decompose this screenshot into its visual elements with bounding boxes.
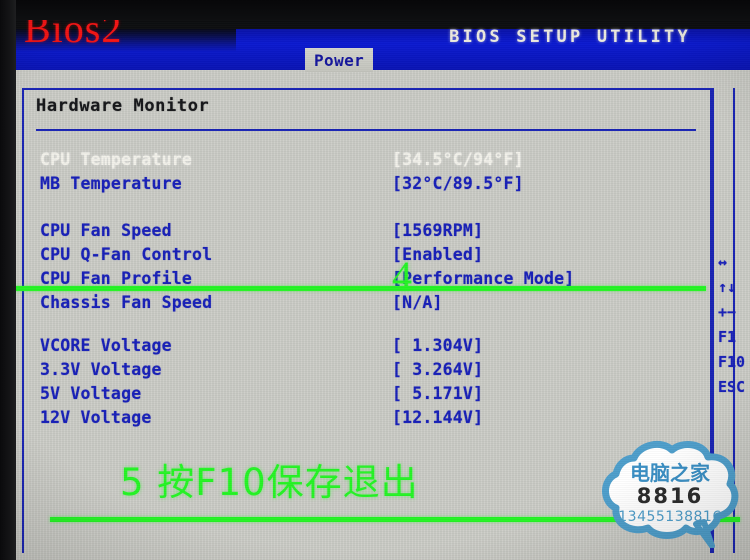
monitor-row[interactable]: Chassis Fan Speed [N/A] xyxy=(40,291,700,313)
monitor-row-label: 3.3V Voltage xyxy=(40,359,162,379)
monitor-row-label: CPU Fan Profile xyxy=(40,268,193,288)
monitor-row-label: CPU Temperature xyxy=(40,149,193,169)
monitor-row[interactable]: 5V Voltage [ 5.171V] xyxy=(40,382,700,404)
monitor-row-label: Chassis Fan Speed xyxy=(40,292,213,312)
watermark-name: 电脑之家 xyxy=(630,461,710,485)
monitor-row[interactable]: MB Temperature [32°C/89.5°F] xyxy=(40,172,700,194)
help-key: ESC xyxy=(718,378,746,396)
help-key: F1 xyxy=(718,328,737,346)
monitor-row-value: [ 3.264V] xyxy=(392,359,484,379)
monitor-row[interactable]: CPU Q-Fan Control [Enabled] xyxy=(40,243,700,265)
monitor-row-value: [ 1.304V] xyxy=(392,335,484,355)
monitor-row[interactable]: 12V Voltage [12.144V] xyxy=(40,406,700,428)
monitor-row-value: [12.144V] xyxy=(392,407,484,427)
watermark-code: 8816 xyxy=(636,484,704,508)
annotation-step-4: 4 xyxy=(392,253,412,298)
help-key: ↔ xyxy=(718,253,728,271)
bios-setup-screen-photo: BIOS SETUP UTILITY Power Hardware Monito… xyxy=(0,0,750,560)
help-key: ↑↓ xyxy=(718,278,737,296)
monitor-row[interactable]: VCORE Voltage [ 1.304V] xyxy=(40,334,700,356)
monitor-row-label: 12V Voltage xyxy=(40,407,152,427)
monitor-row-value: [1569RPM] xyxy=(392,220,484,240)
annotation-green-line-top xyxy=(0,286,706,291)
monitor-row[interactable]: CPU Fan Speed [1569RPM] xyxy=(40,219,700,241)
monitor-row-label: VCORE Voltage xyxy=(40,335,172,355)
monitor-row-value: [ 5.171V] xyxy=(392,383,484,403)
monitor-row[interactable]: CPU Temperature [34.5°C/94°F] xyxy=(40,148,700,170)
annotation-save-exit-instruction: 5 按F10保存退出 xyxy=(120,461,419,504)
help-key: +− xyxy=(718,303,737,321)
monitor-row-label: CPU Fan Speed xyxy=(40,220,172,240)
monitor-row-value: [34.5°C/94°F] xyxy=(392,149,524,169)
monitor-row-value: [Performance Mode] xyxy=(392,268,575,288)
monitor-bezel-top xyxy=(0,0,750,20)
monitor-row-label: 5V Voltage xyxy=(40,383,142,403)
monitor-bezel-left xyxy=(0,0,16,560)
monitor-row[interactable]: 3.3V Voltage [ 3.264V] xyxy=(40,358,700,380)
watermark-cloud: 电脑之家 8816 13455138816 xyxy=(600,440,740,548)
monitor-row-value: [32°C/89.5°F] xyxy=(392,173,524,193)
monitor-row-label: MB Temperature xyxy=(40,173,182,193)
watermark-phone: 13455138816 xyxy=(618,509,722,525)
monitor-row-label: CPU Q-Fan Control xyxy=(40,244,213,264)
help-key: F10 xyxy=(718,353,746,371)
